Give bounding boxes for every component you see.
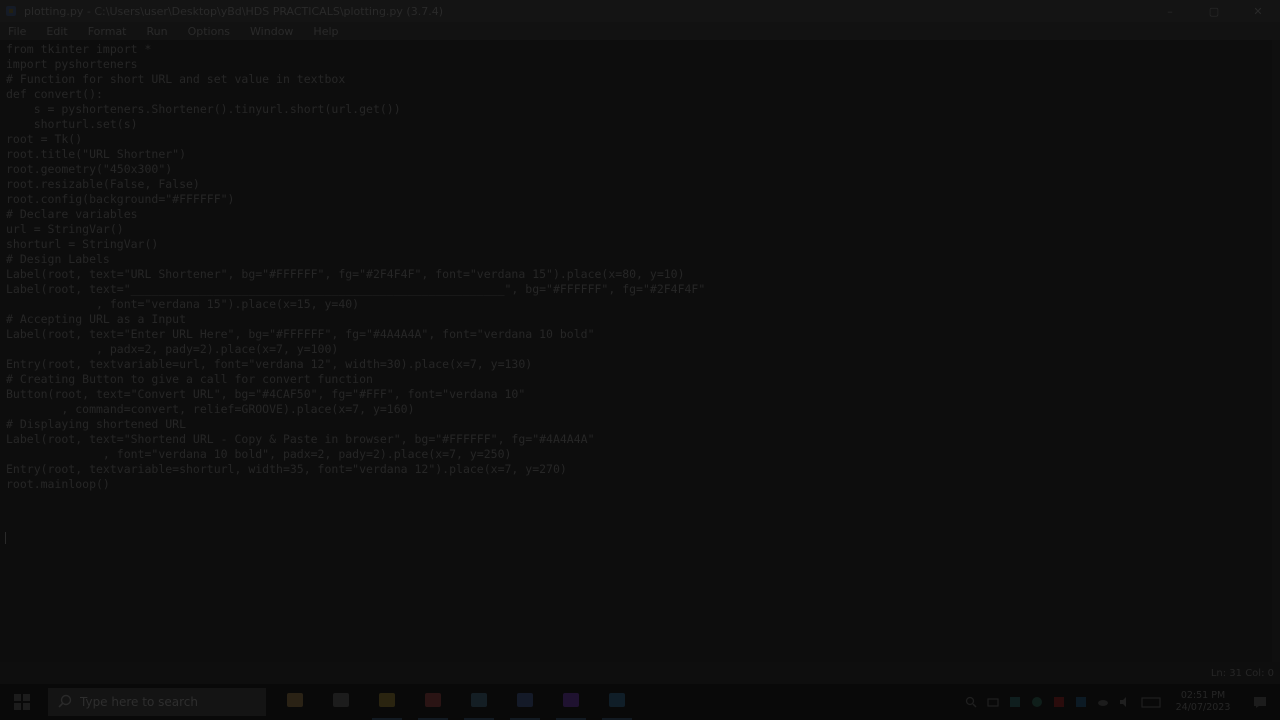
volume-icon[interactable] bbox=[1114, 684, 1136, 720]
clock-time: 02:51 PM bbox=[1180, 690, 1226, 701]
taskbar: 02:51 PM 24/07/2023 bbox=[0, 684, 1280, 720]
tray-app-icon[interactable] bbox=[1004, 684, 1026, 720]
code-line[interactable]: root = Tk() bbox=[6, 132, 705, 147]
menu-window[interactable]: Window bbox=[250, 25, 293, 38]
taskbar-app-media[interactable] bbox=[548, 684, 594, 720]
system-tray: 02:51 PM 24/07/2023 bbox=[960, 684, 1280, 720]
menu-edit[interactable]: Edit bbox=[46, 25, 67, 38]
people-icon bbox=[285, 691, 305, 713]
search-icon bbox=[58, 693, 72, 712]
code-line[interactable]: Button(root, text="Convert URL", bg="#4C… bbox=[6, 387, 705, 402]
idle-icon bbox=[607, 691, 627, 713]
cursor-position: Ln: 31 Col: 0 bbox=[1210, 668, 1274, 679]
code-line[interactable]: , command=convert, relief=GROOVE).place(… bbox=[6, 402, 705, 417]
chrome-icon bbox=[423, 691, 443, 713]
code-line[interactable]: shorturl.set(s) bbox=[6, 117, 705, 132]
code-line[interactable]: url = StringVar() bbox=[6, 222, 705, 237]
code-line[interactable]: # Accepting URL as a Input bbox=[6, 312, 705, 327]
code-line[interactable]: , padx=2, pady=2).place(x=7, y=100) bbox=[6, 342, 705, 357]
taskbar-app-store[interactable] bbox=[456, 684, 502, 720]
menu-format[interactable]: Format bbox=[88, 25, 127, 38]
code-line[interactable]: root.config(background="#FFFFFF") bbox=[6, 192, 705, 207]
taskbar-app-chrome[interactable] bbox=[410, 684, 456, 720]
code-line[interactable]: # Declare variables bbox=[6, 207, 705, 222]
onedrive-icon[interactable] bbox=[1092, 684, 1114, 720]
code-line[interactable] bbox=[6, 492, 705, 507]
code-line[interactable]: # Displaying shortened URL bbox=[6, 417, 705, 432]
notification-icon[interactable] bbox=[1240, 684, 1280, 720]
network-icon[interactable] bbox=[982, 684, 1004, 720]
close-button[interactable]: ✕ bbox=[1236, 0, 1280, 22]
code-line[interactable]: shorturl = StringVar() bbox=[6, 237, 705, 252]
vertical-scrollbar[interactable] bbox=[1272, 40, 1280, 662]
code-line[interactable]: Label(root, text="______________________… bbox=[6, 282, 705, 297]
search-input[interactable] bbox=[80, 695, 260, 709]
menu-options[interactable]: Options bbox=[188, 25, 230, 38]
python-file-icon bbox=[4, 4, 18, 18]
maximize-button[interactable]: ▢ bbox=[1192, 0, 1236, 22]
code-line[interactable]: , font="verdana 15").place(x=15, y=40) bbox=[6, 297, 705, 312]
code-line[interactable]: Label(root, text="URL Shortener", bg="#F… bbox=[6, 267, 705, 282]
taskbar-search[interactable] bbox=[48, 688, 266, 716]
keyboard-icon[interactable] bbox=[1136, 684, 1166, 720]
window-title: plotting.py - C:\Users\user\Desktop\yBd\… bbox=[24, 4, 443, 18]
python-icon bbox=[515, 691, 535, 713]
clock-date: 24/07/2023 bbox=[1175, 702, 1231, 713]
code-line[interactable]: , font="verdana 10 bold", padx=2, pady=2… bbox=[6, 447, 705, 462]
tray-app-icon-2[interactable] bbox=[1026, 684, 1048, 720]
code-line[interactable]: root.title("URL Shortner") bbox=[6, 147, 705, 162]
code-line[interactable]: s = pyshorteners.Shortener().tinyurl.sho… bbox=[6, 102, 705, 117]
taskbar-apps bbox=[272, 684, 640, 720]
store-icon bbox=[469, 691, 489, 713]
minimize-button[interactable]: – bbox=[1148, 0, 1192, 22]
tray-app-icon-3[interactable] bbox=[1070, 684, 1092, 720]
code-line[interactable]: # Creating Button to give a call for con… bbox=[6, 372, 705, 387]
code-line[interactable]: import pyshorteners bbox=[6, 57, 705, 72]
code-line[interactable]: root.mainloop() bbox=[6, 477, 705, 492]
code-line[interactable]: def convert(): bbox=[6, 87, 705, 102]
windows-start-icon[interactable] bbox=[8, 692, 36, 712]
menu-help[interactable]: Help bbox=[313, 25, 338, 38]
window-titlebar: plotting.py - C:\Users\user\Desktop\yBd\… bbox=[0, 0, 1280, 22]
code-line[interactable]: from tkinter import * bbox=[6, 42, 705, 57]
code-line[interactable]: Label(root, text="Enter URL Here", bg="#… bbox=[6, 327, 705, 342]
code-editor[interactable]: from tkinter import * import pyshorteners… bbox=[0, 40, 1272, 662]
menu-run[interactable]: Run bbox=[147, 25, 168, 38]
taskbar-app-idle[interactable] bbox=[594, 684, 640, 720]
code-line[interactable]: Entry(root, textvariable=shorturl, width… bbox=[6, 462, 705, 477]
media-icon bbox=[561, 691, 581, 713]
taskbar-app-python[interactable] bbox=[502, 684, 548, 720]
taskbar-app-explorer[interactable] bbox=[364, 684, 410, 720]
search-people-icon[interactable] bbox=[960, 684, 982, 720]
menu-file[interactable]: File bbox=[8, 25, 26, 38]
status-bar: Ln: 31 Col: 0 bbox=[0, 662, 1280, 684]
acrobat-icon[interactable] bbox=[1048, 684, 1070, 720]
code-line[interactable]: # Function for short URL and set value i… bbox=[6, 72, 705, 87]
text-cursor bbox=[5, 532, 6, 544]
folder-icon bbox=[377, 691, 397, 713]
code-text[interactable]: from tkinter import * import pyshorteners… bbox=[6, 42, 705, 507]
code-line[interactable]: # Design Labels bbox=[6, 252, 705, 267]
code-line[interactable]: Label(root, text="Shortend URL - Copy & … bbox=[6, 432, 705, 447]
code-line[interactable]: Entry(root, textvariable=url, font="verd… bbox=[6, 357, 705, 372]
code-line[interactable]: root.geometry("450x300") bbox=[6, 162, 705, 177]
taskbar-app-taskview[interactable] bbox=[318, 684, 364, 720]
taskbar-app-people[interactable] bbox=[272, 684, 318, 720]
task-view-icon bbox=[331, 691, 351, 713]
menu-bar: File Edit Format Run Options Window Help bbox=[0, 22, 1280, 40]
clock[interactable]: 02:51 PM 24/07/2023 bbox=[1172, 690, 1234, 714]
code-line[interactable]: root.resizable(False, False) bbox=[6, 177, 705, 192]
